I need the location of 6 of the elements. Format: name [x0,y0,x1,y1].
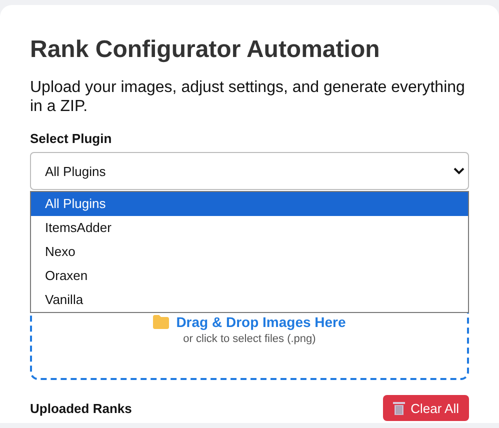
page-title: Rank Configurator Automation [30,35,381,65]
field-label: Select Plugin [30,131,113,146]
page-description: Upload your images, adjust settings, and generate everything in a ZIP. [30,78,466,116]
section-heading: Uploaded Ranks [30,400,132,416]
drop-zone-title: Drag & Drop Images Here [176,314,346,330]
drop-zone-hint: or click to select files (.png) [183,333,316,345]
